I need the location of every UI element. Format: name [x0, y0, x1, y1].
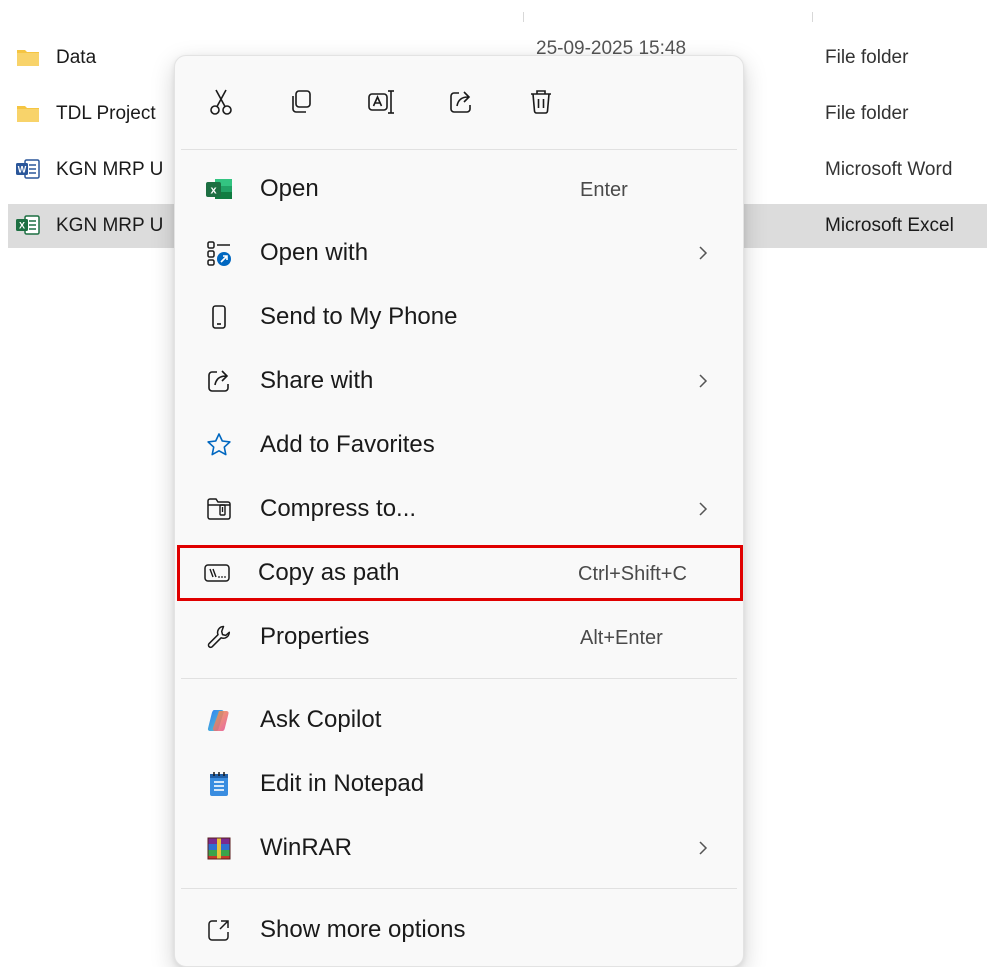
- rename-button[interactable]: [361, 82, 401, 122]
- rename-icon: [368, 90, 394, 114]
- menu-item-label: Ask Copilot: [260, 706, 382, 733]
- share-icon: [205, 367, 233, 395]
- menu-item-label: Share with: [260, 367, 374, 394]
- chevron-right-icon: [699, 246, 708, 260]
- menu-item-label: Copy as path: [258, 559, 400, 586]
- file-type: Microsoft Word: [825, 159, 953, 180]
- chevron-right-icon: [699, 502, 708, 516]
- context-menu: x Open Enter Open with Send to My Phone …: [174, 55, 744, 967]
- zip-folder-icon: [205, 495, 233, 523]
- file-type: File folder: [825, 47, 909, 68]
- menu-item-copy-as-path[interactable]: Copy as path Ctrl+Shift+C: [177, 545, 743, 601]
- menu-item-share-with[interactable]: Share with: [181, 353, 737, 409]
- menu-item-open[interactable]: x Open Enter: [181, 161, 737, 217]
- copilot-icon: [205, 706, 233, 734]
- menu-item-label: Show more options: [260, 916, 466, 943]
- winrar-icon: [205, 834, 233, 862]
- menu-item-show-more-options[interactable]: Show more options: [181, 902, 737, 958]
- phone-icon: [205, 303, 233, 331]
- menu-separator: [181, 149, 737, 150]
- menu-item-add-to-favorites[interactable]: Add to Favorites: [181, 417, 737, 473]
- menu-item-open-with[interactable]: Open with: [181, 225, 737, 281]
- menu-item-label: WinRAR: [260, 834, 353, 861]
- menu-item-shortcut: Enter: [580, 179, 628, 201]
- file-name: Data: [56, 47, 97, 68]
- more-options-icon: [205, 916, 233, 944]
- menu-item-edit-in-notepad[interactable]: Edit in Notepad: [181, 756, 737, 812]
- menu-item-send-to-phone[interactable]: Send to My Phone: [181, 289, 737, 345]
- menu-item-shortcut: Alt+Enter: [580, 627, 663, 649]
- svg-text:W: W: [18, 165, 27, 175]
- folder-icon: [17, 50, 39, 66]
- trash-icon: [531, 90, 551, 114]
- menu-item-ask-copilot[interactable]: Ask Copilot: [181, 692, 737, 748]
- column-divider[interactable]: [523, 12, 524, 22]
- menu-item-label: Compress to...: [260, 495, 417, 522]
- menu-item-label: Open with: [260, 239, 369, 266]
- excel-app-icon: x: [205, 175, 233, 203]
- svg-text:x: x: [210, 185, 217, 197]
- chevron-right-icon: [699, 841, 708, 855]
- copy-button[interactable]: [281, 82, 321, 122]
- file-type: Microsoft Excel: [825, 215, 954, 236]
- menu-item-label: Open: [260, 175, 319, 202]
- excel-doc-icon: X: [16, 215, 40, 235]
- menu-item-shortcut: Ctrl+Shift+C: [578, 563, 687, 585]
- word-doc-icon: W: [16, 159, 40, 179]
- menu-item-label: Add to Favorites: [260, 431, 435, 458]
- file-name: TDL Project: [56, 103, 156, 124]
- menu-item-winrar[interactable]: WinRAR: [181, 820, 737, 876]
- file-name: KGN MRP U: [56, 159, 164, 180]
- column-divider[interactable]: [812, 12, 813, 22]
- svg-text:X: X: [19, 221, 25, 231]
- chevron-right-icon: [699, 374, 708, 388]
- quick-actions-bar: [175, 56, 743, 148]
- copy-icon: [292, 90, 311, 113]
- scissors-icon: [210, 89, 232, 115]
- file-name: KGN MRP U: [56, 215, 164, 236]
- cut-button[interactable]: [201, 82, 241, 122]
- notepad-icon: [205, 770, 233, 798]
- menu-item-compress-to[interactable]: Compress to...: [181, 481, 737, 537]
- menu-item-label: Properties: [260, 623, 370, 650]
- menu-separator: [181, 678, 737, 679]
- file-type: File folder: [825, 103, 909, 124]
- delete-button[interactable]: [521, 82, 561, 122]
- wrench-icon: [205, 623, 233, 651]
- menu-item-label: Send to My Phone: [260, 303, 458, 330]
- open-with-icon: [205, 239, 233, 267]
- menu-item-label: Edit in Notepad: [260, 770, 425, 797]
- share-button[interactable]: [441, 82, 481, 122]
- menu-item-properties[interactable]: Properties Alt+Enter: [181, 609, 737, 665]
- menu-separator: [181, 888, 737, 889]
- star-icon: [205, 431, 233, 459]
- share-icon: [450, 91, 471, 113]
- copy-path-icon: [203, 559, 231, 587]
- folder-icon: [17, 106, 39, 122]
